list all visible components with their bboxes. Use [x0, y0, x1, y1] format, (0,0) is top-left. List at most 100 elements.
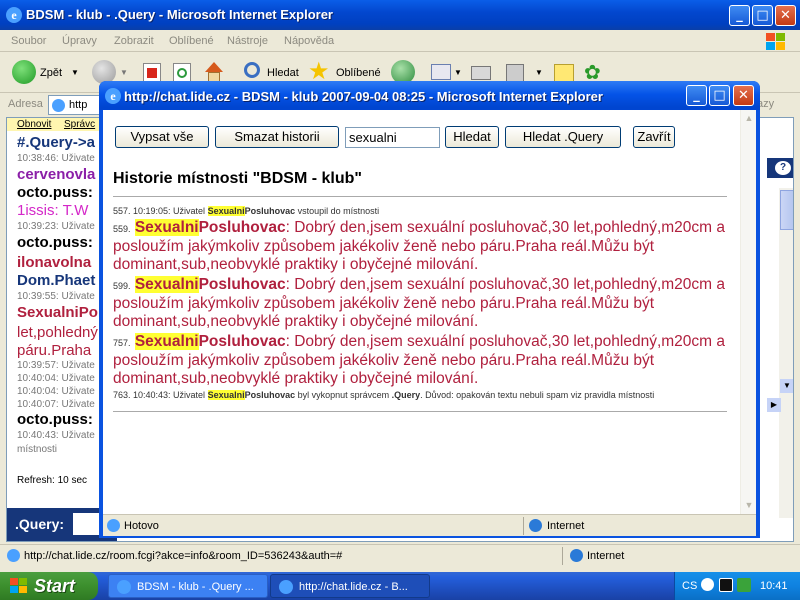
start-button[interactable]: Start [0, 572, 98, 600]
system-entry: 557. 10:19:05: Uživatel SexualniPosluhov… [113, 206, 729, 217]
search-query-button[interactable]: Hledat .Query [505, 126, 621, 148]
page-title: Historie místnosti "BDSM - klub" [113, 170, 362, 187]
search-icon [244, 62, 260, 78]
tray-expand-icon[interactable] [701, 578, 714, 591]
system-entry: 763. 10:40:43: Uživatel SexualniPosluhov… [113, 390, 729, 401]
printer-icon [471, 66, 491, 80]
nick-rest: Posluhovac [244, 390, 296, 400]
status-zone: Internet [587, 550, 625, 562]
close-button[interactable]: ✕ [775, 5, 796, 26]
divider-bottom [113, 411, 727, 412]
popup-scrollbar[interactable]: ▲ ▼ [740, 110, 756, 514]
globe-icon [570, 549, 583, 562]
status-url: http://chat.lide.cz/room.fcgi?akce=info&… [24, 550, 343, 562]
status-zone: Internet [547, 520, 585, 532]
help-tab[interactable]: ? [767, 158, 793, 178]
globe-icon [529, 519, 542, 532]
language-indicator[interactable]: CS [682, 580, 697, 592]
page-scrollbar[interactable]: ▼ ▶ [767, 188, 793, 518]
menu-favorites[interactable]: Oblíbené [169, 35, 214, 47]
search-input[interactable]: sexualni [345, 127, 440, 148]
menu-file[interactable]: Soubor [11, 35, 46, 47]
popup-minimize-button[interactable]: _ [686, 85, 707, 106]
scroll-right-arrow-icon[interactable]: ▶ [767, 398, 781, 412]
chat-line: octo.puss: [17, 411, 93, 428]
chat-line: SexualniPo [17, 304, 98, 321]
entry-prefix: 557. 10:19:05: Uživatel [113, 206, 208, 216]
edit-icon [506, 64, 524, 82]
chat-messages: Obnovit Správc #.Query->a 10:38:46: Uživa… [7, 118, 107, 508]
windows-logo-icon [762, 30, 792, 52]
chevron-down-icon: ▼ [535, 68, 543, 77]
maximize-button[interactable]: □ [752, 5, 773, 26]
chat-line: octo.puss: [17, 184, 93, 201]
taskbar: Start BDSM - klub - .Query ... http://ch… [0, 572, 800, 600]
taskbar-item-main[interactable]: BDSM - klub - .Query ... [108, 574, 268, 598]
chat-line: cervenovla [17, 166, 96, 183]
network-icon[interactable] [719, 578, 733, 592]
menu-tools[interactable]: Nástroje [227, 35, 268, 47]
clear-history-button[interactable]: Smazat historii [215, 126, 339, 148]
refresh-icon [173, 63, 191, 83]
scroll-down-arrow-icon[interactable]: ▼ [780, 379, 793, 393]
chat-line: 10:39:57: Uživate [17, 360, 95, 371]
menu-help[interactable]: Nápověda [284, 35, 334, 47]
main-titlebar[interactable]: e BDSM - klub - .Query - Microsoft Inter… [0, 0, 800, 30]
minimize-button[interactable]: _ [729, 5, 750, 26]
nick-highlight: Sexualni [134, 276, 199, 293]
stop-icon [143, 63, 161, 83]
system-tray: CS 10:41 [674, 572, 800, 600]
chat-line: páru.Praha [17, 342, 92, 359]
popup-content: Vypsat vše Smazat historii sexualni Hled… [103, 110, 756, 514]
nick-highlight: Sexualni [207, 206, 245, 216]
divider-top [113, 196, 727, 197]
message-id: 757. [113, 338, 131, 348]
chevron-down-icon: ▼ [71, 68, 79, 77]
chat-line: 10:39:23: Uživate [17, 221, 95, 232]
windows-flag-icon [10, 578, 28, 594]
ie-page-icon [52, 99, 65, 112]
entry-reason: . Důvod: opakován textu nebuli spam viz … [420, 390, 655, 400]
menu-view[interactable]: Zobrazit [114, 35, 154, 47]
scrollbar-thumb[interactable] [780, 190, 793, 230]
back-arrow-icon [12, 60, 36, 84]
scroll-up-arrow-icon[interactable]: ▲ [742, 111, 756, 125]
message-id: 599. [113, 281, 131, 291]
entry-prefix: 763. 10:40:43: Uživatel [113, 390, 208, 400]
popup-maximize-button[interactable]: □ [709, 85, 730, 106]
history-popup-window: e http://chat.lide.cz - BDSM - klub 2007… [99, 81, 760, 538]
chat-line: 10:40:43: Uživate [17, 430, 95, 441]
refresh-link[interactable]: Obnovit [17, 119, 51, 130]
chat-line: octo.puss: [17, 234, 93, 251]
menu-edit[interactable]: Úpravy [62, 35, 97, 47]
ie-icon [117, 580, 131, 594]
chat-line: ilonavolna [17, 254, 92, 271]
popup-close-button[interactable]: ✕ [733, 85, 754, 106]
security-icon[interactable] [737, 578, 751, 592]
nick-rest: Posluhovac [244, 206, 296, 216]
status-separator [562, 547, 563, 565]
chat-line: 10:39:55: Uživate [17, 291, 95, 302]
ie-icon: e [6, 7, 22, 23]
search-button[interactable]: Hledat [445, 126, 499, 148]
message-entry: 599. SexualniPosluhovac: Dobrý den,jsem … [113, 276, 729, 331]
chat-line: #.Query->a [17, 134, 95, 151]
list-all-button[interactable]: Vypsat vše [115, 126, 209, 148]
chat-line: let,pohledný [17, 324, 98, 341]
status-text: Hotovo [124, 520, 159, 532]
chat-line: 1issis: T.W [17, 202, 89, 219]
close-popup-button[interactable]: Zavřít [633, 126, 675, 148]
main-statusbar: http://chat.lide.cz/room.fcgi?akce=info&… [0, 544, 800, 566]
refresh-interval: Refresh: 10 sec [17, 475, 88, 486]
popup-titlebar[interactable]: e http://chat.lide.cz - BDSM - klub 2007… [99, 81, 760, 110]
taskbar-item-popup[interactable]: http://chat.lide.cz - B... [270, 574, 430, 598]
admin-link[interactable]: Správc [64, 119, 95, 130]
menubar: Soubor Úpravy Zobrazit Oblíbené Nástroje… [0, 30, 800, 52]
chat-links: Obnovit Správc [7, 118, 107, 131]
popup-statusbar: Hotovo Internet [103, 514, 756, 536]
ie-page-icon [107, 519, 120, 532]
chevron-down-icon: ▼ [120, 68, 128, 77]
scroll-down-arrow-icon[interactable]: ▼ [742, 498, 756, 512]
message-id: 559. [113, 224, 131, 234]
back-button[interactable]: Zpět ▼ [10, 60, 80, 86]
